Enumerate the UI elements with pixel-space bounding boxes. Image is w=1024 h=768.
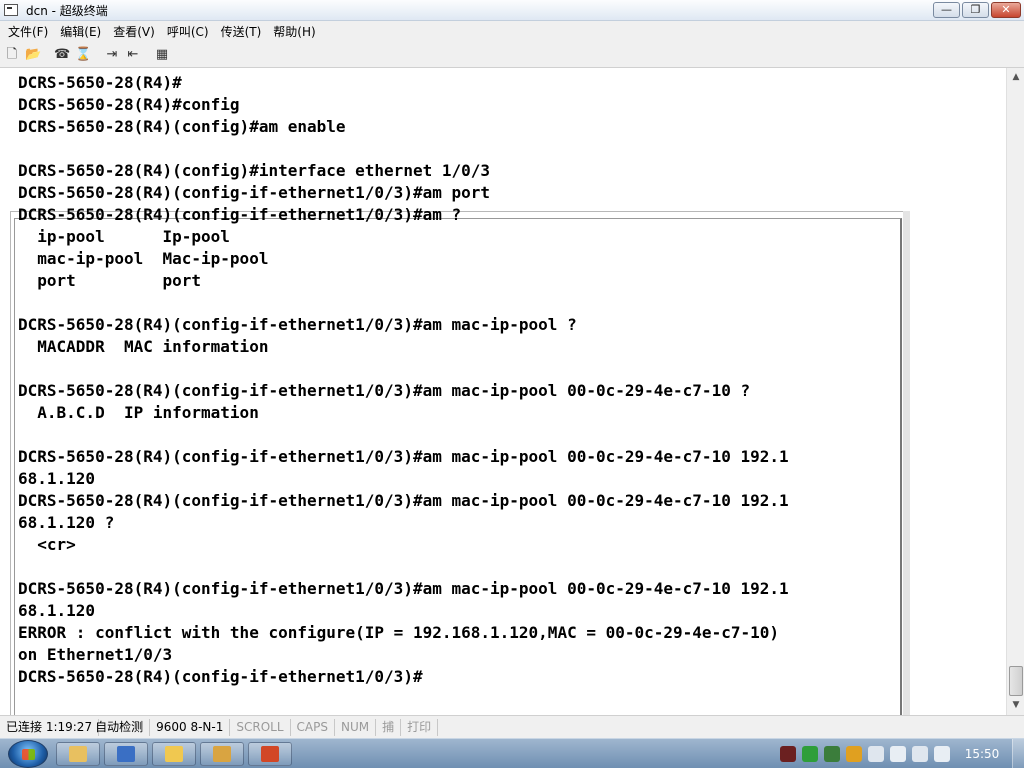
network-icon[interactable] <box>780 746 796 762</box>
terminal-line: A.B.C.D IP information <box>18 403 259 422</box>
flag-icon[interactable] <box>890 746 906 762</box>
terminal-line: 68.1.120 <box>18 469 96 488</box>
terminal-line: ERROR : conflict with the configure(IP =… <box>18 623 779 642</box>
inset-shadow <box>903 211 910 768</box>
terminal-line: DCRS-5650-28(R4)(config)#interface ether… <box>18 161 491 180</box>
menu-bar: 文件(F) 编辑(E) 查看(V) 呼叫(C) 传送(T) 帮助(H) <box>0 21 1024 42</box>
monitor-icon[interactable] <box>912 746 928 762</box>
status-connection: 已连接 1:19:27 <box>0 718 100 736</box>
status-num: NUM <box>335 718 377 736</box>
status-caps: CAPS <box>291 718 335 736</box>
word-icon[interactable] <box>104 742 148 766</box>
folder-icon[interactable] <box>152 742 196 766</box>
terminal-line: DCRS-5650-28(R4)#config <box>18 95 240 114</box>
volume-icon[interactable] <box>934 746 950 762</box>
title-bar: dcn - 超级终端 — ❐ ✕ <box>0 0 1024 21</box>
hyperterminal-icon[interactable] <box>4 4 18 16</box>
terminal-line: 68.1.120 ? <box>18 513 115 532</box>
status-print: 打印 <box>401 718 439 736</box>
terminal-line: on Ethernet1/0/3 <box>18 645 173 664</box>
properties-icon[interactable]: ▦ <box>154 47 170 63</box>
package-icon[interactable] <box>200 742 244 766</box>
new-icon[interactable]: 🗋 <box>4 47 20 63</box>
scroll-thumb[interactable] <box>1009 666 1023 696</box>
terminal-line: mac-ip-pool Mac-ip-pool <box>18 249 269 268</box>
disconnect-icon[interactable]: ☎ <box>54 47 70 63</box>
usb-icon[interactable] <box>868 746 884 762</box>
receive-icon[interactable]: ⇤ <box>125 47 141 63</box>
terminal-line: DCRS-5650-28(R4)(config-if-ethernet1/0/3… <box>18 183 491 202</box>
vertical-scrollbar[interactable]: ▲ ▼ <box>1006 68 1024 715</box>
terminal-line: MACADDR MAC information <box>18 337 269 356</box>
dial-icon[interactable]: ⌛ <box>75 47 91 63</box>
close-button[interactable]: ✕ <box>991 2 1021 18</box>
menu-view[interactable]: 查看(V) <box>107 23 161 40</box>
terminal-line: ip-pool Ip-pool <box>18 227 230 246</box>
terminal-area[interactable]: DCRS-5650-28(R4)# DCRS-5650-28(R4)#config… <box>0 68 1006 768</box>
window-controls: — ❐ ✕ <box>933 2 1021 18</box>
scroll-down-icon[interactable]: ▼ <box>1008 697 1024 714</box>
taskbar: 15:50 <box>0 738 1024 768</box>
terminal-line: DCRS-5650-28(R4)# <box>18 73 182 92</box>
scroll-up-icon[interactable]: ▲ <box>1008 69 1024 86</box>
start-button[interactable] <box>8 740 48 768</box>
show-desktop-button[interactable] <box>1012 739 1024 768</box>
terminal-line: DCRS-5650-28(R4)(config-if-ethernet1/0/3… <box>18 579 789 598</box>
terminal-line: DCRS-5650-28(R4)(config-if-ethernet1/0/3… <box>18 205 462 224</box>
terminal-line: port port <box>18 271 202 290</box>
open-icon[interactable]: 📂 <box>25 47 41 63</box>
terminal-line: DCRS-5650-28(R4)(config-if-ethernet1/0/3… <box>18 667 423 686</box>
minimize-button[interactable]: — <box>933 2 960 18</box>
maximize-button[interactable]: ❐ <box>962 2 989 18</box>
clock[interactable]: 15:50 <box>960 739 1004 768</box>
terminal-line: DCRS-5650-28(R4)(config)#am enable <box>18 117 346 136</box>
terminal-line: DCRS-5650-28(R4)(config-if-ethernet1/0/3… <box>18 491 789 510</box>
terminal-line: 68.1.120 <box>18 601 96 620</box>
menu-file[interactable]: 文件(F) <box>2 23 54 40</box>
toolbar: 🗋 📂 ☎ ⌛ ⇥ ⇤ ▦ <box>0 42 1024 68</box>
send-icon[interactable]: ⇥ <box>104 47 120 63</box>
menu-edit[interactable]: 编辑(E) <box>54 23 107 40</box>
ime-icon[interactable] <box>846 746 862 762</box>
status-capture: 捕 <box>376 718 402 736</box>
terminal-line: DCRS-5650-28(R4)(config-if-ethernet1/0/3… <box>18 315 577 334</box>
shield-icon[interactable] <box>824 746 840 762</box>
powerpoint-icon[interactable] <box>248 742 292 766</box>
status-scroll: SCROLL <box>230 718 291 736</box>
explorer-icon[interactable] <box>56 742 100 766</box>
system-tray <box>780 743 955 765</box>
menu-help[interactable]: 帮助(H) <box>267 23 321 40</box>
status-bar: 已连接 1:19:27 自动检测 9600 8-N-1 SCROLL CAPS … <box>0 715 1024 738</box>
terminal-line: <cr> <box>18 535 76 554</box>
terminal-line: DCRS-5650-28(R4)(config-if-ethernet1/0/3… <box>18 447 789 466</box>
status-detect: 自动检测 <box>89 718 151 736</box>
menu-call[interactable]: 呼叫(C) <box>161 23 215 40</box>
window-title: dcn - 超级终端 <box>26 3 108 18</box>
status-port-settings: 9600 8-N-1 <box>150 718 231 736</box>
antivirus-icon[interactable] <box>802 746 818 762</box>
terminal-line: DCRS-5650-28(R4)(config-if-ethernet1/0/3… <box>18 381 751 400</box>
menu-transfer[interactable]: 传送(T) <box>215 23 268 40</box>
